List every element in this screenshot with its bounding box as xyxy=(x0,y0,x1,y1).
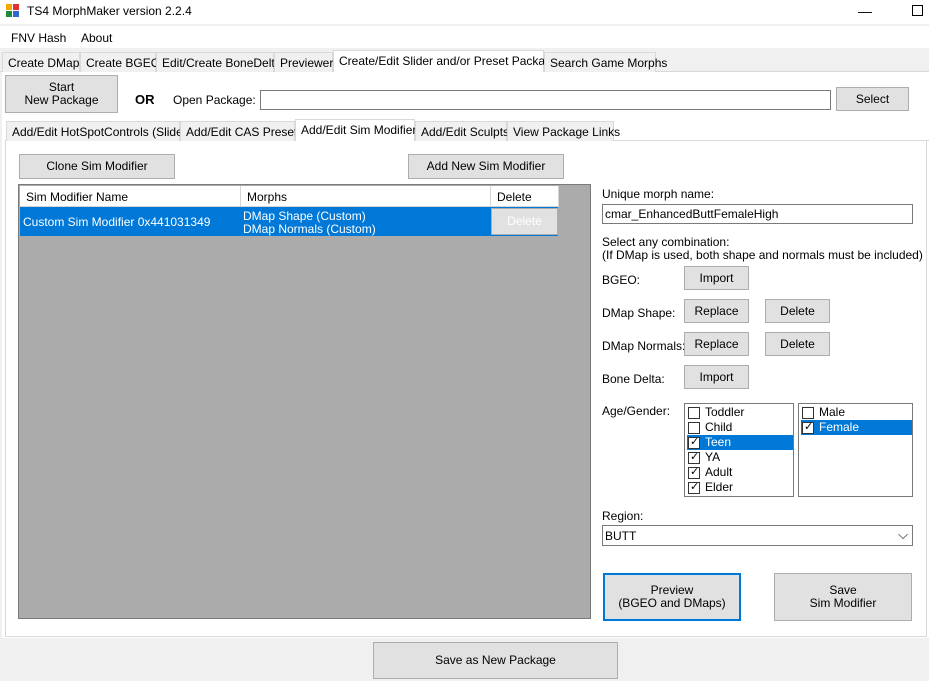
column-header-name[interactable]: Sim Modifier Name xyxy=(20,186,241,207)
checkbox[interactable]: ✓ xyxy=(688,466,700,479)
tab-sculpts[interactable]: Add/Edit Sculpts xyxy=(415,121,509,141)
dmap-shape-replace-button[interactable]: Replace xyxy=(684,299,749,323)
list-item[interactable]: Child xyxy=(687,420,793,435)
age-label: Toddler xyxy=(705,405,745,419)
tab-create-dmaps[interactable]: Create DMaps xyxy=(2,52,85,72)
check-icon: ✓ xyxy=(690,436,700,448)
bone-delta-import-button[interactable]: Import xyxy=(684,365,749,389)
list-item[interactable]: Male xyxy=(801,405,912,420)
morph-cell-line1: DMap Shape (Custom) xyxy=(243,209,366,223)
column-header-morphs[interactable]: Morphs xyxy=(241,186,491,207)
age-label: Adult xyxy=(705,465,733,479)
window-title: TS4 MorphMaker version 2.2.4 xyxy=(27,4,192,18)
bgeo-import-button[interactable]: Import xyxy=(684,266,749,290)
checkbox[interactable] xyxy=(688,422,700,434)
open-package-field[interactable] xyxy=(260,90,831,110)
list-item[interactable]: ✓ Female xyxy=(801,420,912,435)
list-item[interactable]: ✓ Adult xyxy=(687,465,793,480)
unique-morph-name-label: Unique morph name: xyxy=(602,187,715,201)
checkbox[interactable] xyxy=(688,407,700,419)
modifier-name-cell: Custom Sim Modifier 0x441031349 xyxy=(23,215,211,229)
check-icon: ✓ xyxy=(690,451,700,463)
age-checklist[interactable]: Toddler Child ✓ Teen ✓ YA ✓ Adult ✓ Elde… xyxy=(684,403,794,497)
checkbox[interactable] xyxy=(802,407,814,419)
select-button[interactable]: Select xyxy=(836,87,909,111)
menu-bar xyxy=(0,26,929,48)
bone-delta-label: Bone Delta: xyxy=(602,372,665,386)
gender-checklist[interactable]: Male ✓ Female xyxy=(798,403,913,497)
list-item[interactable]: Toddler xyxy=(687,405,793,420)
menu-fnv-hash[interactable]: FNV Hash xyxy=(11,31,66,45)
list-item[interactable]: ✓ YA xyxy=(687,450,793,465)
list-item[interactable]: ✓ Elder xyxy=(687,480,793,495)
checkbox[interactable]: ✓ xyxy=(688,481,700,494)
check-icon: ✓ xyxy=(804,421,814,433)
or-label: OR xyxy=(135,92,155,107)
checkbox[interactable]: ✓ xyxy=(688,451,700,464)
tab-search-game-morphs[interactable]: Search Game Morphs xyxy=(544,52,667,72)
unique-morph-name-field[interactable]: cmar_EnhancedButtFemaleHigh xyxy=(602,204,913,224)
gender-label: Female xyxy=(819,420,860,434)
tab-previewer[interactable]: Previewer xyxy=(274,52,333,72)
save-as-new-package-button[interactable]: Save as New Package xyxy=(373,642,618,679)
dmap-normals-label: DMap Normals: xyxy=(602,339,686,353)
tab-create-edit-slider-package[interactable]: Create/Edit Slider and/or Preset Package xyxy=(333,50,558,72)
bgeo-label: BGEO: xyxy=(602,273,641,287)
start-new-package-button[interactable]: Start New Package xyxy=(5,75,118,113)
save-label-line2: Sim Modifier xyxy=(809,596,877,610)
combination-note: (If DMap is used, both shape and normals… xyxy=(602,248,923,262)
age-label: Teen xyxy=(705,435,732,449)
tab-sim-modifiers[interactable]: Add/Edit Sim Modifiers xyxy=(295,119,422,141)
app-icon xyxy=(6,4,20,18)
check-icon: ✓ xyxy=(690,481,700,493)
save-sim-modifier-button[interactable]: Save Sim Modifier xyxy=(774,573,912,621)
minimize-icon[interactable]: — xyxy=(858,3,872,19)
check-icon: ✓ xyxy=(690,466,700,478)
region-dropdown[interactable]: BUTT ⌵ xyxy=(602,525,913,546)
gender-label: Male xyxy=(819,405,846,419)
start-label-line2: New Package xyxy=(24,93,99,107)
dmap-shape-delete-button[interactable]: Delete xyxy=(765,299,830,323)
checkbox[interactable]: ✓ xyxy=(802,421,814,434)
sim-modifier-grid[interactable]: Sim Modifier Name Morphs Delete Custom S… xyxy=(18,184,591,619)
add-new-sim-modifier-button[interactable]: Add New Sim Modifier xyxy=(408,154,564,179)
age-label: YA xyxy=(705,450,721,464)
tab-edit-bone-delta[interactable]: Edit/Create BoneDelta xyxy=(156,52,281,72)
preview-label-line2: (BGEO and DMaps) xyxy=(618,596,726,610)
tab-hotspot-controls[interactable]: Add/Edit HotSpotControls (Sliders) xyxy=(6,121,197,141)
combination-label: Select any combination: xyxy=(602,235,730,249)
tab-create-bgeo[interactable]: Create BGEO xyxy=(80,52,160,72)
dmap-normals-delete-button[interactable]: Delete xyxy=(765,332,830,356)
morph-cell-line2: DMap Normals (Custom) xyxy=(243,222,376,236)
clone-sim-modifier-button[interactable]: Clone Sim Modifier xyxy=(19,154,175,179)
dmap-shape-label: DMap Shape: xyxy=(602,306,676,320)
age-label: Elder xyxy=(705,480,734,494)
region-value: BUTT xyxy=(605,529,637,543)
row-delete-button[interactable]: Delete xyxy=(491,208,558,235)
chevron-down-icon[interactable]: ⌵ xyxy=(898,527,908,543)
tab-cas-presets[interactable]: Add/Edit CAS Presets xyxy=(180,121,303,141)
column-header-delete[interactable]: Delete xyxy=(491,186,559,207)
maximize-icon[interactable] xyxy=(912,5,923,16)
table-row[interactable]: Custom Sim Modifier 0x441031349 DMap Sha… xyxy=(20,207,558,236)
age-label: Child xyxy=(705,420,733,434)
region-label: Region: xyxy=(602,509,644,523)
open-package-label: Open Package: xyxy=(173,93,256,107)
checkbox[interactable]: ✓ xyxy=(688,436,700,449)
preview-button[interactable]: Preview (BGEO and DMaps) xyxy=(603,573,741,621)
menu-about[interactable]: About xyxy=(81,31,112,45)
age-gender-label: Age/Gender: xyxy=(602,404,671,418)
dmap-normals-replace-button[interactable]: Replace xyxy=(684,332,749,356)
list-item[interactable]: ✓ Teen xyxy=(687,435,793,450)
tab-view-package-links[interactable]: View Package Links xyxy=(507,121,620,141)
